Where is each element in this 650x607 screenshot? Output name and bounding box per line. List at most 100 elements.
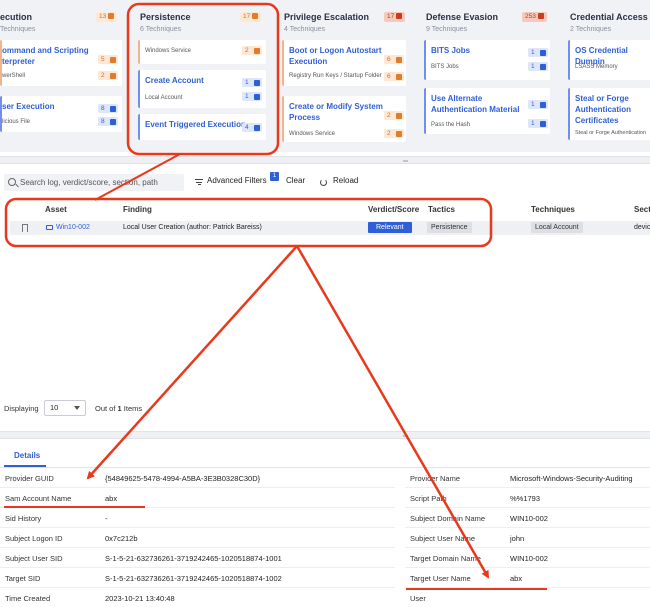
detail-value: S-1-5-21-632736261-3719242465-1020518874…	[105, 574, 282, 583]
tactic-column-credential-access: Credential Access 2 Techniques OS Creden…	[564, 0, 650, 150]
tactic-count-badge: 253	[522, 12, 547, 22]
technique-card[interactable]: Create or Modify System Process Windows S…	[282, 96, 406, 142]
computer-icon	[46, 225, 53, 230]
detail-key: Provider Name	[410, 474, 461, 483]
detail-key: Provider GUID	[5, 474, 54, 483]
column-header-verdict[interactable]: Verdict/Score	[368, 205, 419, 214]
page-size-select[interactable]: 10	[44, 400, 86, 416]
detail-row: Target SID S-1-5-21-632736261-3719242465-…	[0, 568, 395, 588]
count-pill: 6	[384, 72, 404, 81]
technique-card[interactable]: Windows Service 2	[138, 40, 266, 64]
asset-link[interactable]: Win10-002	[56, 224, 90, 231]
subtechnique-label: Local Account	[145, 95, 183, 101]
count-pill: 1	[242, 92, 262, 101]
column-header-techniques[interactable]: Techniques	[531, 205, 575, 214]
table-row[interactable]: Win10-002 Local User Creation (author: P…	[10, 221, 650, 235]
findings-table: Asset Finding Verdict/Score Tactics Tech…	[0, 199, 650, 439]
count-pill: 2	[98, 71, 118, 80]
tactic-count-badge: 13	[96, 12, 118, 22]
tactic-count-badge: 17	[240, 12, 262, 22]
column-header-tactics[interactable]: Tactics	[428, 205, 455, 214]
detail-value: -	[105, 514, 108, 523]
subtechnique-label: Steal or Forge Authentication	[575, 130, 646, 136]
detail-row: Subject Logon ID 0x7c212b	[0, 528, 395, 548]
count-pill: 1	[528, 48, 548, 57]
tactic-subtitle: 9 Techniques	[426, 26, 468, 33]
technique-card[interactable]: ser Execution licious File 8 8	[0, 96, 122, 132]
clear-button[interactable]: Clear	[286, 176, 305, 185]
technique-card[interactable]: Boot or Logon Autostart Execution Registr…	[282, 40, 406, 86]
detail-value: abx	[105, 494, 118, 503]
subtechnique-label: Windows Service	[145, 48, 192, 54]
technique-name[interactable]: Create or Modify System Process	[289, 101, 383, 123]
technique-card[interactable]: BITS Jobs BITS Jobs 1 1	[424, 40, 550, 80]
filter-icon[interactable]	[195, 179, 203, 185]
technique-card[interactable]: Use Alternate Authentication Material Pas…	[424, 88, 550, 134]
section-cell: devic	[634, 224, 650, 231]
tactic-count-badge: 17	[384, 12, 406, 22]
subtechnique-label: Pass the Hash	[431, 122, 471, 128]
bookmark-icon[interactable]	[22, 224, 28, 232]
search-box[interactable]	[4, 174, 184, 191]
tab-details[interactable]: Details	[14, 451, 40, 460]
reload-button[interactable]: Reload	[333, 176, 358, 185]
splitter-grip-icon[interactable]: ═	[403, 158, 408, 165]
subtechnique-label: LSASS Memory	[575, 64, 618, 70]
technique-tag: Local Account	[531, 222, 583, 233]
detail-key: Subject Domain Name	[410, 514, 486, 523]
count-pill: 6	[384, 55, 404, 64]
technique-name[interactable]: Use Alternate Authentication Material	[431, 93, 519, 115]
detail-key: Target User Name	[410, 574, 471, 583]
column-header-finding[interactable]: Finding	[123, 205, 152, 214]
search-input[interactable]	[20, 174, 180, 191]
column-header-asset[interactable]: Asset	[45, 205, 67, 214]
technique-name[interactable]: Steal or Forge Authentication Certificates	[575, 93, 631, 126]
technique-name[interactable]: ommand and Scripting terpreter	[2, 45, 89, 67]
splitter-grip-icon[interactable]: ═	[403, 433, 408, 440]
tactic-column-defense-evasion: Defense Evasion 9 Techniques 253 BITS Jo…	[420, 0, 556, 150]
technique-card[interactable]: ommand and Scripting terpreter werShell 5…	[0, 40, 122, 86]
detail-row: Time Created 2023-10-21 13:40:48	[0, 588, 395, 607]
detail-key: Sam Account Name	[5, 494, 72, 503]
tactic-title: Credential Access	[570, 12, 648, 22]
detail-key: Subject User SID	[5, 554, 63, 563]
reload-icon[interactable]	[320, 179, 327, 186]
technique-name[interactable]: Boot or Logon Autostart Execution	[289, 45, 382, 67]
verdict-badge: Relevant	[368, 222, 412, 233]
detail-value: 2023-10-21 13:40:48	[105, 594, 175, 603]
tactic-subtitle: 6 Techniques	[140, 26, 182, 33]
panel-splitter[interactable]: ═	[0, 156, 650, 165]
tactic-header: Privilege Escalation 4 Techniques 17	[278, 10, 410, 40]
count-pill: 1	[528, 62, 548, 71]
subtechnique-label: BITS Jobs	[431, 64, 459, 70]
detail-value: john	[510, 534, 525, 543]
detail-key: User	[410, 594, 426, 603]
technique-name[interactable]: BITS Jobs	[431, 45, 470, 56]
technique-name[interactable]: Event Triggered Execution	[145, 119, 246, 130]
detail-value: 0x7c212b	[105, 534, 138, 543]
tactic-header: Persistence 6 Techniques 17	[134, 10, 272, 40]
detail-key: Time Created	[5, 594, 51, 603]
technique-card[interactable]: OS Credential Dumpin LSASS Memory	[568, 40, 650, 80]
detail-row: Subject Domain Name WIN10-002	[405, 508, 650, 528]
details-panel: Details Provider GUID {54849625-5478-4994…	[0, 441, 650, 607]
detail-value: Microsoft-Windows-Security-Auditing	[510, 474, 633, 483]
technique-name[interactable]: ser Execution	[2, 101, 54, 112]
count-pill: 4	[242, 123, 262, 132]
technique-card[interactable]: Event Triggered Execution 4	[138, 114, 266, 140]
advanced-filters-button[interactable]: Advanced Filters	[207, 176, 267, 185]
panel-splitter[interactable]: ═	[0, 431, 650, 440]
technique-card[interactable]: Create Account Local Account 1 1	[138, 70, 266, 108]
detail-row: Provider GUID {54849625-5478-4994-A5BA-3E…	[0, 468, 395, 488]
technique-card[interactable]: Steal or Forge Authentication Certificates…	[568, 88, 650, 140]
count-pill: 2	[242, 46, 262, 55]
pager-summary: Out of 1 Items	[95, 404, 143, 413]
filter-count-badge: 1	[270, 172, 279, 181]
detail-key: Sid History	[5, 514, 42, 523]
technique-name[interactable]: Create Account	[145, 75, 204, 86]
subtechnique-label: Registry Run Keys / Startup Folder	[289, 73, 382, 79]
column-header-section[interactable]: Secti	[634, 205, 650, 214]
tactic-tag: Persistence	[427, 222, 472, 233]
detail-value: abx	[510, 574, 523, 583]
detail-row: Target User Name abx	[405, 568, 650, 588]
